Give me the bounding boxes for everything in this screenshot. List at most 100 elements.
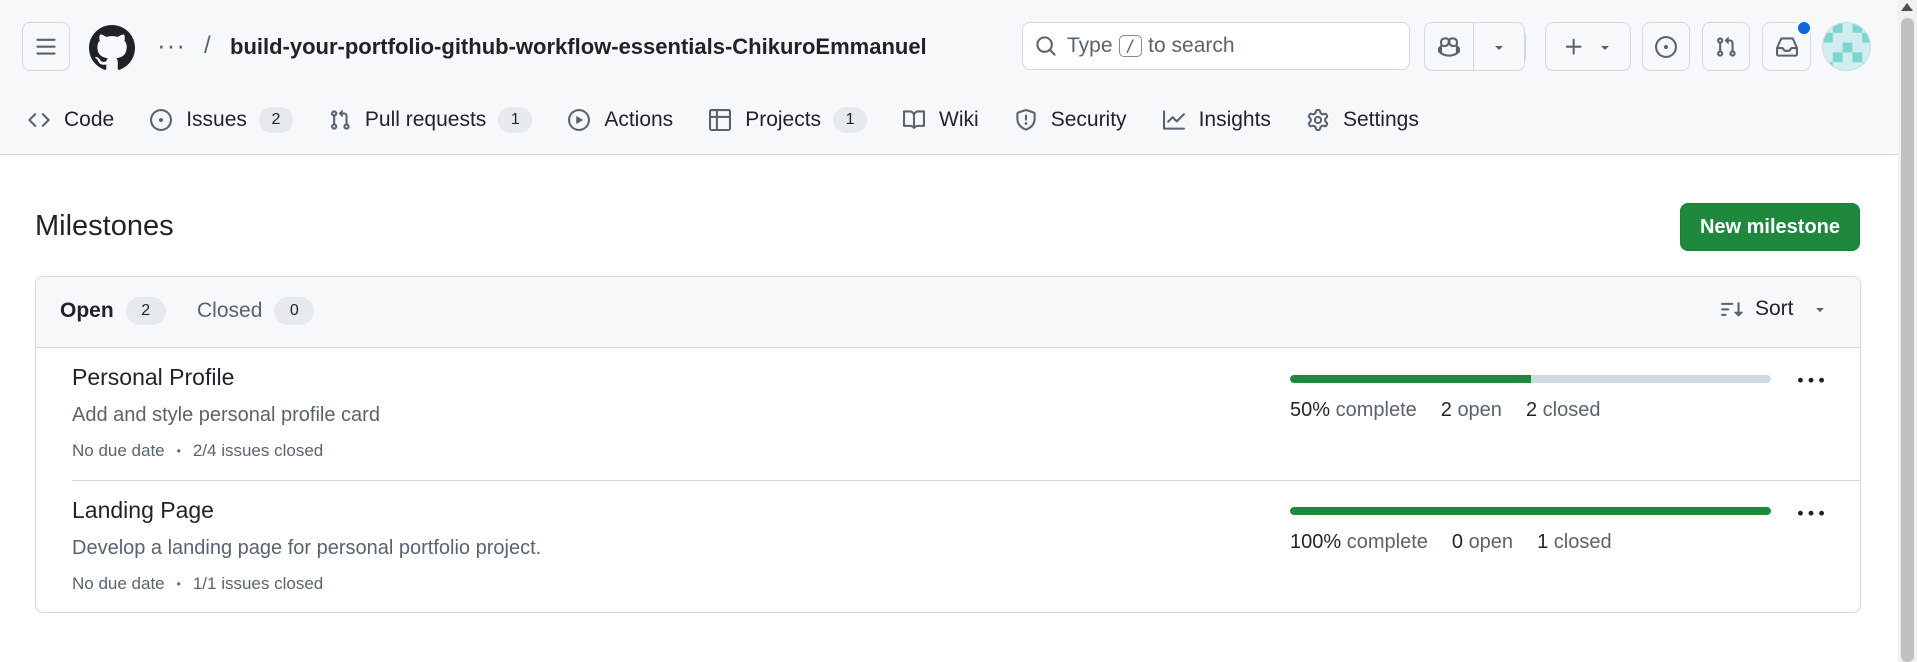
- progress-fill: [1290, 507, 1771, 515]
- page-title: Milestones: [35, 210, 174, 242]
- scrollbar-thumb[interactable]: [1901, 18, 1914, 662]
- milestone-title-link[interactable]: Landing Page: [72, 495, 214, 525]
- tab-settings-label: Settings: [1342, 108, 1419, 131]
- open-issues-label: open: [1457, 399, 1502, 421]
- milestone-description: Develop a landing page for personal port…: [72, 537, 542, 559]
- progress-fill: [1290, 375, 1531, 383]
- milestone-progress-bar: [1290, 507, 1771, 515]
- open-milestones-filter[interactable]: Open 2: [60, 297, 166, 325]
- milestone-actions-button[interactable]: [1793, 366, 1829, 396]
- closed-label: Closed: [197, 299, 263, 322]
- milestone-due-date: No due date: [72, 441, 165, 460]
- milestone-meta: No due date • 2/4 issues closed: [72, 440, 323, 462]
- shield-icon: [1016, 109, 1036, 131]
- search-icon: [1036, 36, 1056, 56]
- milestones-list-header: Open 2 Closed 0 Sort: [36, 277, 1860, 348]
- menu-button[interactable]: [22, 22, 70, 71]
- gear-icon: [1307, 109, 1329, 131]
- milestone-actions-button[interactable]: [1793, 499, 1829, 529]
- copilot-button[interactable]: [1424, 22, 1525, 71]
- github-logo-icon[interactable]: [89, 25, 135, 71]
- tab-projects-count: 1: [833, 107, 868, 133]
- tab-pull-requests-count: 1: [498, 107, 533, 133]
- breadcrumb-more-button[interactable]: ···: [157, 32, 186, 58]
- closed-issues-value: 2: [1525, 399, 1538, 421]
- open-issues-link[interactable]: 0 open: [1452, 529, 1513, 555]
- percent-value: 100%: [1290, 531, 1342, 553]
- open-issues-value: 2: [1440, 399, 1452, 421]
- new-milestone-button[interactable]: New milestone: [1680, 203, 1860, 251]
- play-icon: [568, 109, 591, 131]
- tab-issues[interactable]: Issues 2: [150, 95, 293, 145]
- sort-dropdown[interactable]: Sort: [1721, 297, 1828, 321]
- milestone-progress-bar: [1290, 375, 1771, 383]
- closed-issues-label: closed: [1542, 399, 1601, 421]
- tab-settings[interactable]: Settings: [1307, 95, 1419, 145]
- tab-projects[interactable]: Projects 1: [709, 95, 868, 145]
- avatar[interactable]: [1822, 22, 1871, 71]
- code-icon: [28, 113, 50, 127]
- tab-issues-label: Issues: [186, 108, 247, 131]
- closed-issues-value: 1: [1537, 531, 1549, 553]
- open-issues-link[interactable]: 2 open: [1441, 397, 1502, 423]
- app-header: ··· / build-your-portfolio-github-workfl…: [0, 0, 1898, 155]
- closed-issues-link[interactable]: 2 closed: [1526, 397, 1601, 423]
- issue-opened-icon: [1655, 35, 1677, 58]
- git-pull-request-icon: [330, 109, 350, 130]
- complete-label: complete: [1346, 531, 1428, 553]
- repo-name-link[interactable]: build-your-portfolio-github-workflow-ess…: [230, 33, 927, 61]
- chevron-down-icon: [1495, 45, 1503, 50]
- your-pull-requests-button[interactable]: [1702, 22, 1750, 71]
- search-input[interactable]: Type / to search: [1022, 22, 1410, 70]
- milestone-stats: 50% complete 2 open 2 closed: [1290, 397, 1624, 423]
- tab-wiki-label: Wiki: [939, 108, 979, 131]
- tab-security-label: Security: [1050, 108, 1127, 131]
- milestones-list: Open 2 Closed 0 Sort Personal Profile Ad…: [35, 276, 1861, 613]
- search-shortcut-key: /: [1118, 35, 1143, 57]
- closed-issues-label: closed: [1553, 531, 1612, 553]
- kebab-horizontal-icon: [1798, 377, 1824, 383]
- identicon-icon: [1823, 23, 1870, 70]
- header-divider: [1525, 34, 1526, 60]
- chevron-down-icon: [1815, 308, 1824, 312]
- milestone-issues-closed: 2/4 issues closed: [192, 441, 324, 460]
- milestone-row: Personal Profile Add and style personal …: [36, 348, 1860, 481]
- book-icon: [903, 110, 926, 129]
- open-label: Open: [60, 299, 114, 322]
- sort-desc-icon: [1721, 302, 1743, 317]
- tab-security[interactable]: Security: [1015, 95, 1127, 145]
- search-placeholder-suffix: to search: [1148, 34, 1235, 57]
- tab-insights[interactable]: Insights: [1162, 95, 1271, 145]
- hamburger-icon: [36, 38, 56, 55]
- notification-indicator: [1796, 20, 1812, 36]
- meta-separator: •: [176, 577, 181, 591]
- git-pull-request-icon: [1717, 36, 1736, 57]
- milestone-title-link[interactable]: Personal Profile: [72, 362, 234, 392]
- tab-code-label: Code: [64, 108, 115, 131]
- complete-label: complete: [1335, 399, 1417, 421]
- tab-insights-label: Insights: [1198, 108, 1271, 131]
- closed-issues-link[interactable]: 1 closed: [1537, 529, 1612, 555]
- open-count: 2: [125, 297, 166, 325]
- copilot-icon: [1438, 36, 1460, 57]
- closed-milestones-filter[interactable]: Closed 0: [197, 297, 315, 325]
- tab-actions-label: Actions: [604, 108, 674, 131]
- scroll-up-arrow-icon[interactable]: [1901, 3, 1913, 11]
- milestone-row: Landing Page Develop a landing page for …: [36, 481, 1860, 612]
- tab-wiki[interactable]: Wiki: [903, 95, 979, 145]
- plus-icon: [1565, 38, 1582, 55]
- page-scrollbar[interactable]: [1898, 0, 1917, 662]
- tab-pull-requests[interactable]: Pull requests 1: [329, 95, 533, 145]
- create-new-button[interactable]: [1545, 22, 1631, 71]
- tab-actions[interactable]: Actions: [568, 95, 673, 145]
- open-issues-value: 0: [1451, 531, 1463, 553]
- kebab-horizontal-icon: [1798, 510, 1824, 516]
- notifications-button[interactable]: [1762, 20, 1812, 71]
- percent-complete: 100% complete: [1290, 529, 1428, 555]
- your-issues-button[interactable]: [1642, 22, 1690, 71]
- milestone-issues-closed: 1/1 issues closed: [192, 574, 324, 593]
- repo-nav-tabs: Code Issues 2 Pull requests 1 Actions Pr…: [28, 95, 1455, 145]
- breadcrumb-separator: /: [204, 32, 211, 59]
- table-icon: [709, 109, 732, 131]
- tab-code[interactable]: Code: [28, 95, 114, 145]
